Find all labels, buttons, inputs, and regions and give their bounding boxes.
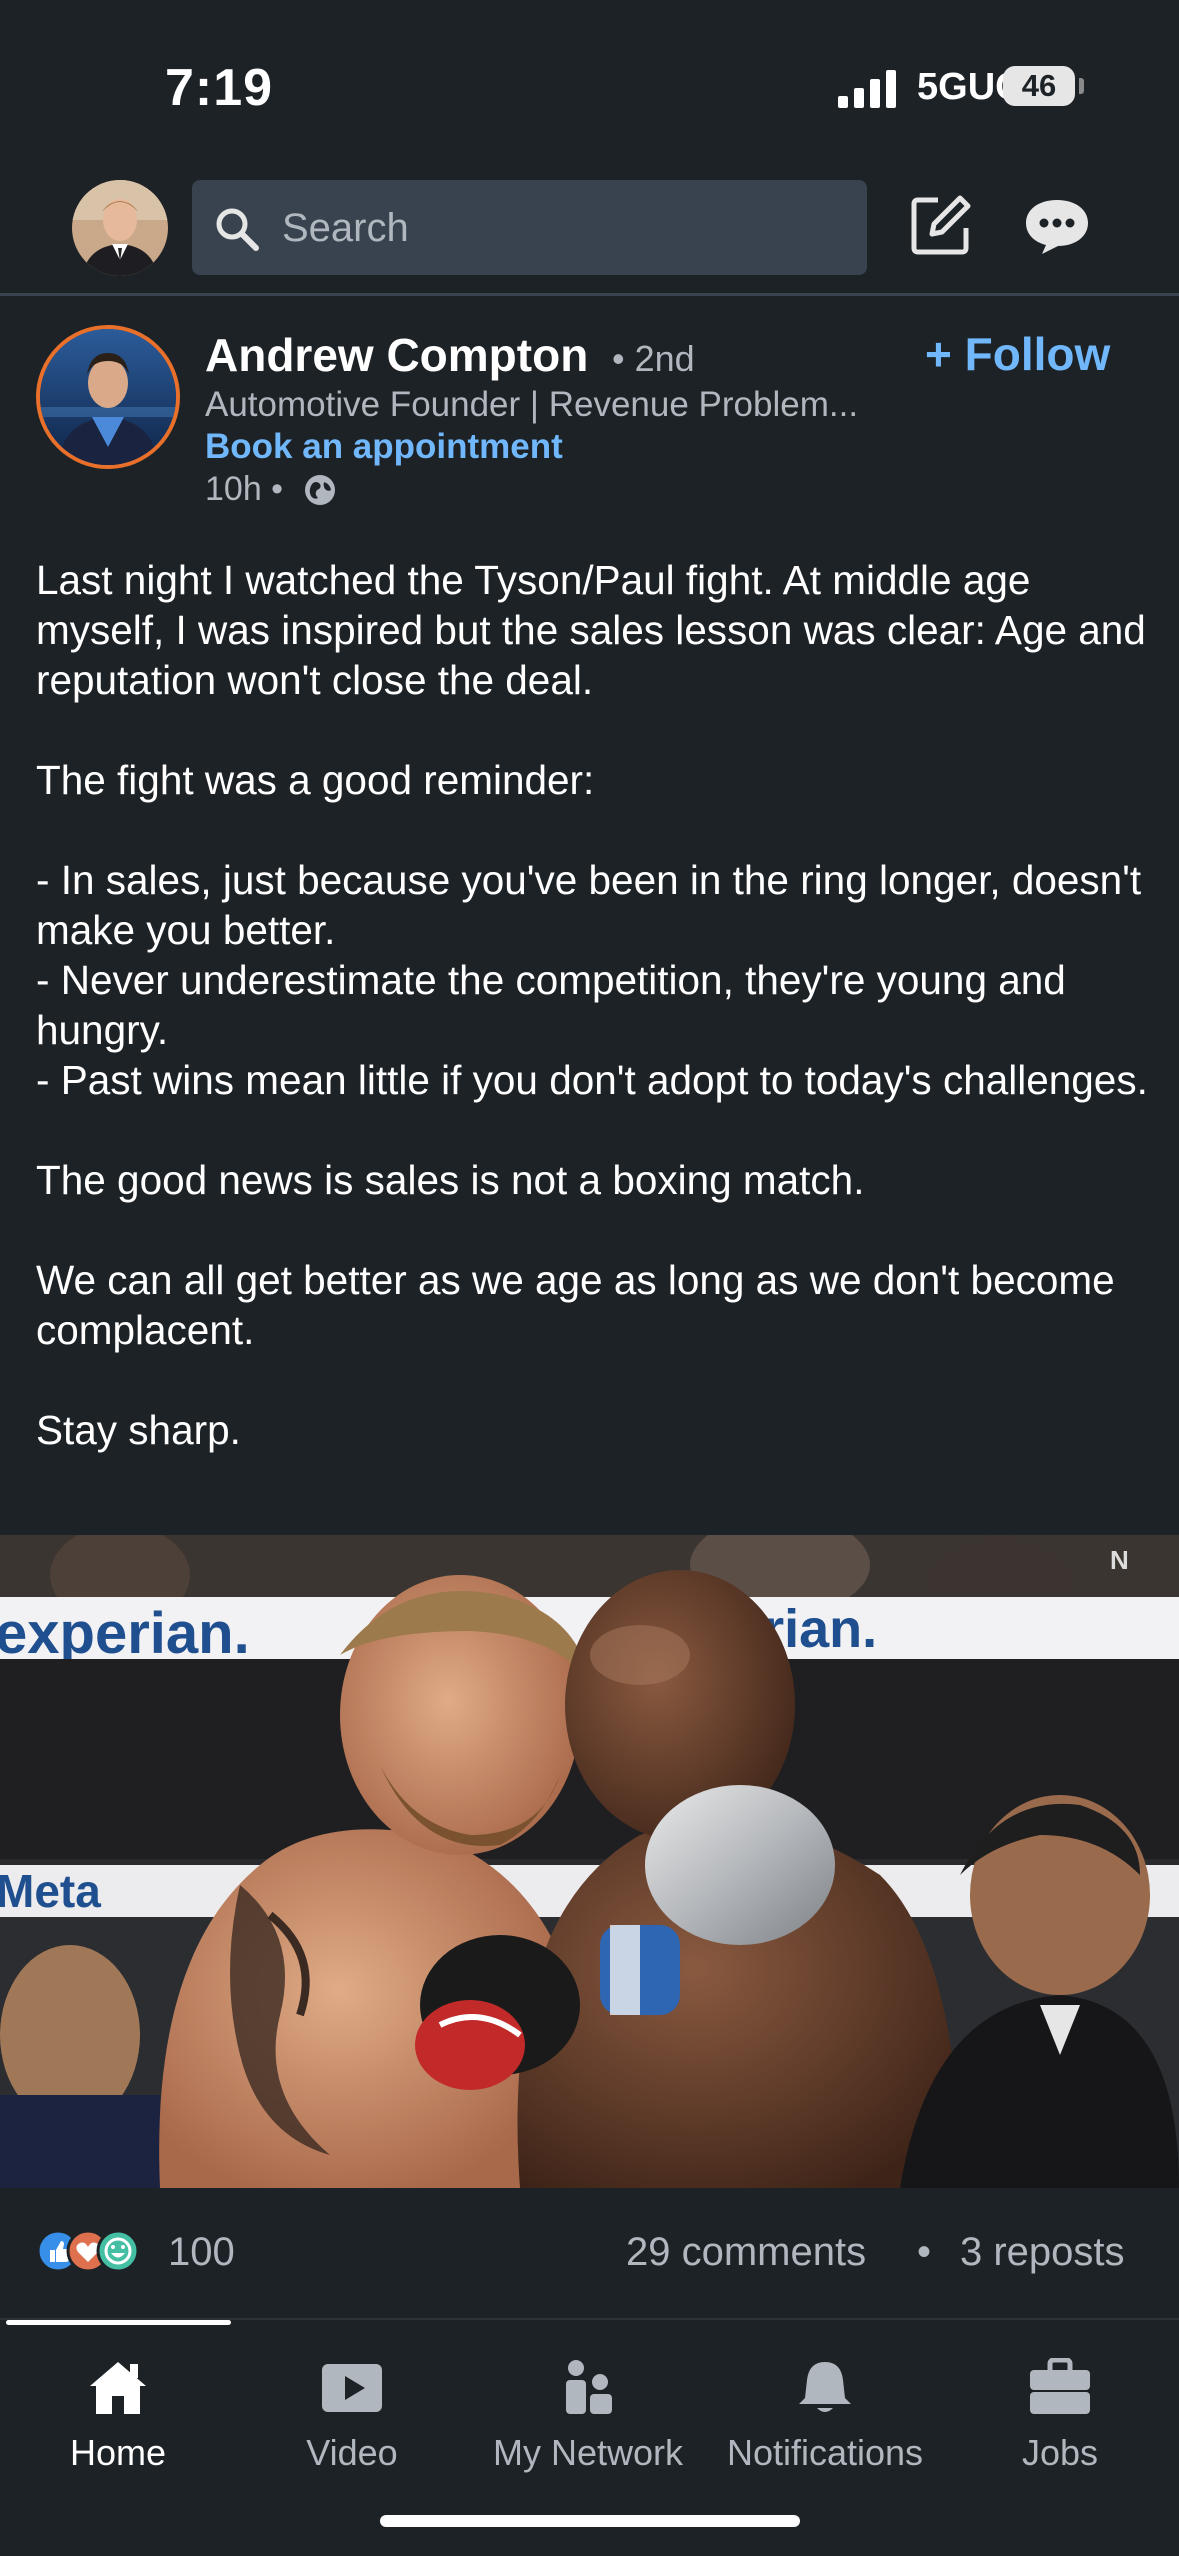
search-placeholder: Search [282,206,409,250]
status-time: 7:19 [165,59,274,117]
my-avatar[interactable] [72,180,168,276]
nav-label: Jobs [1021,2432,1099,2473]
top-divider [0,293,1179,296]
active-tab-indicator [6,2320,231,2325]
post-paragraph: Stay sharp. [36,1407,241,1453]
author-name[interactable]: Andrew Compton [205,328,588,382]
ring-sponsor-text: experian. [0,1601,250,1666]
book-appointment-link[interactable]: Book an appointment [205,427,563,467]
author-headline: Automotive Founder | Revenue Problem... [205,385,859,424]
nav-video[interactable]: Video [232,2340,472,2490]
post-bullet: - Past wins mean little if you don't ado… [36,1057,1148,1103]
reposts-count[interactable]: 3 reposts [960,2230,1125,2275]
connection-degree: • 2nd [612,338,695,379]
post-paragraph: The good news is sales is not a boxing m… [36,1157,865,1203]
separator: • [917,2230,932,2274]
follow-button[interactable]: + Follow [925,327,1110,381]
ring-sponsor-text: Meta [0,1865,101,1917]
post-image[interactable]: experian. experian. N Meta [0,1535,1179,2188]
network-icon [566,2360,612,2414]
post-paragraph: Last night I watched the Tyson/Paul figh… [36,557,1146,703]
author-avatar[interactable] [36,325,180,469]
post-text: Last night I watched the Tyson/Paul figh… [36,555,1156,1455]
nav-my-network[interactable]: My Network [468,2340,708,2490]
globe-icon [305,475,335,505]
post-bullet: - In sales, just because you've been in … [36,857,1142,953]
post-bullet: - Never underestimate the competition, t… [36,957,1066,1053]
nav-label: My Network [492,2432,684,2473]
nav-home[interactable]: Home [0,2340,238,2490]
status-bar: 7:19 5GUC 46 [0,0,1179,170]
bell-icon [799,2362,851,2412]
nav-jobs[interactable]: Jobs [940,2340,1179,2490]
top-bar: Search [0,170,1179,295]
briefcase-icon [1030,2358,1090,2414]
nav-notifications[interactable]: Notifications [705,2340,945,2490]
signal-strength-icon [838,70,896,108]
social-counts: 100 29 comments • 3 reposts [0,2188,1179,2318]
nav-label: Notifications [726,2432,924,2473]
home-indicator[interactable] [380,2515,800,2527]
nav-label: Home [69,2432,167,2473]
reactions-count[interactable]: 100 [168,2230,235,2275]
search-icon [216,208,259,251]
broadcast-logo: N [1110,1545,1129,1575]
compose-icon[interactable] [908,192,974,258]
battery-icon: 46 [1003,66,1075,106]
comments-count[interactable]: 29 comments [626,2230,866,2275]
post-paragraph: We can all get better as we age as long … [36,1257,1115,1353]
video-icon [322,2364,382,2412]
reaction-icons[interactable] [36,2226,156,2276]
post-time: 10h • [205,470,284,508]
battery-nub [1079,78,1084,94]
home-icon [90,2362,146,2414]
nav-label: Video [306,2432,398,2473]
post-paragraph: The fight was a good reminder: [36,757,595,803]
messaging-icon[interactable] [1022,196,1092,256]
search-input[interactable]: Search [192,180,867,275]
